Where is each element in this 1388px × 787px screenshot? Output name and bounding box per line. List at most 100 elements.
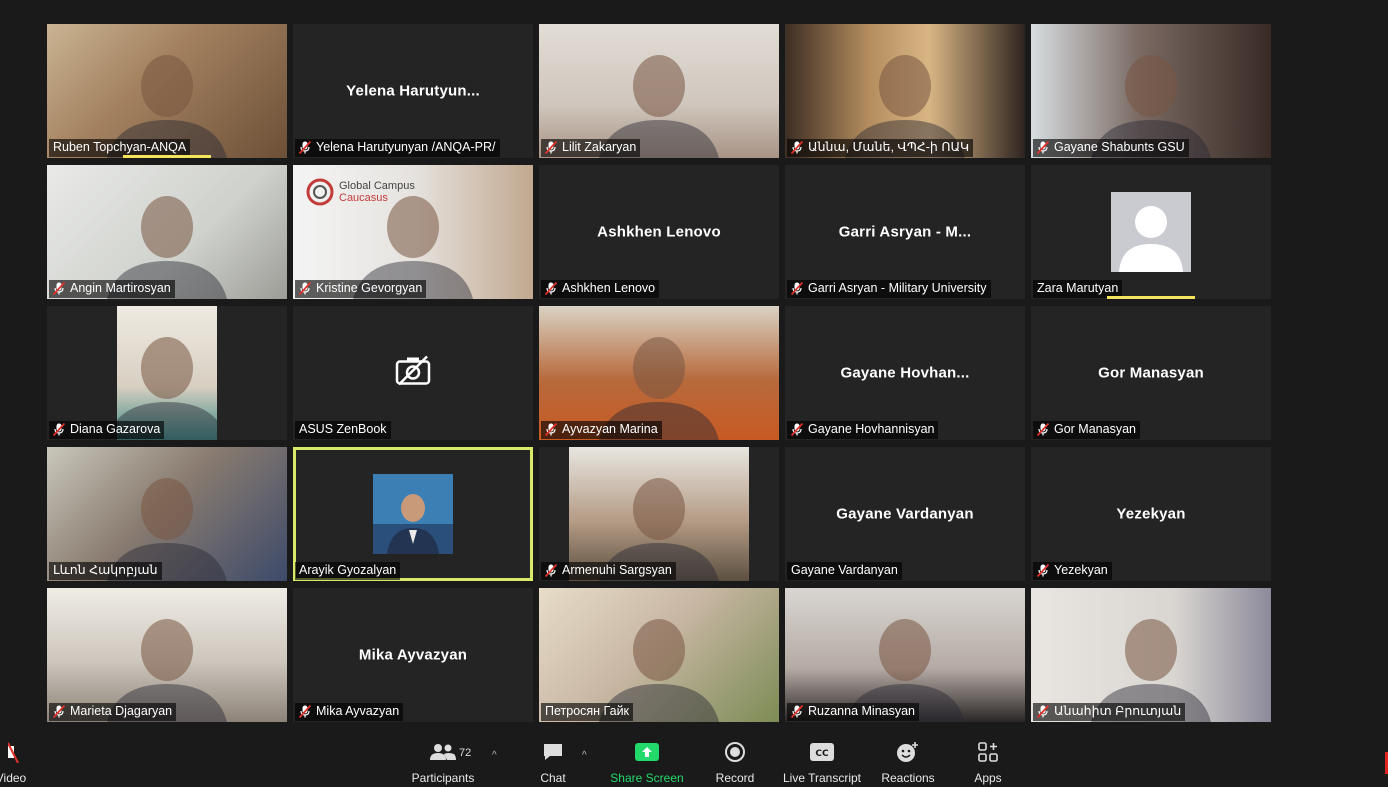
participant-name: Петросян Гайк	[545, 704, 630, 718]
participant-tile[interactable]: Yezekyan Yezekyan	[1031, 447, 1271, 581]
participant-tile[interactable]: Angin Martirosyan	[47, 165, 287, 299]
reactions-button[interactable]: Reactions	[879, 737, 937, 787]
participant-tile[interactable]: Gayane Vardanyan Gayane Vardanyan	[785, 447, 1025, 581]
record-icon	[724, 737, 746, 767]
participant-tile[interactable]: Gayane Hovhan... Gayane Hovhannisyan	[785, 306, 1025, 440]
participant-tile[interactable]: Yelena Harutyun... Yelena Harutyunyan /AN…	[293, 24, 533, 158]
profile-photo	[373, 474, 453, 554]
microphone-muted-icon	[790, 281, 804, 296]
video-button[interactable]: Video	[0, 737, 30, 787]
microphone-muted-icon	[52, 281, 66, 296]
participant-name: Gayane Shabunts GSU	[1054, 140, 1185, 154]
participant-video	[539, 24, 779, 158]
participant-display-name: Ashkhen Lenovo	[597, 223, 721, 241]
camera-off-icon	[395, 355, 431, 391]
participant-name-label: Петросян Гайк	[541, 703, 634, 721]
logo-text-line1: Global Campus	[339, 180, 415, 192]
microphone-muted-icon	[1036, 422, 1050, 437]
participant-name: Zara Marutyan	[1037, 281, 1119, 295]
participant-tile[interactable]: Ashkhen Lenovo Ashkhen Lenovo	[539, 165, 779, 299]
apps-icon	[978, 737, 998, 767]
participant-name-label: Marieta Djagaryan	[49, 703, 177, 721]
participant-tile[interactable]: Lilit Zakaryan	[539, 24, 779, 158]
participant-display-name: Yezekyan	[1116, 505, 1186, 523]
participant-video	[539, 306, 779, 440]
participant-tile[interactable]: ASUS ZenBook	[293, 306, 533, 440]
record-label: Record	[715, 771, 755, 785]
chat-caret-icon[interactable]: ^	[582, 750, 587, 761]
live-transcript-button[interactable]: CC Live Transcript	[781, 737, 863, 787]
participant-name: Mika Ayvazyan	[316, 704, 400, 718]
apps-button[interactable]: Apps	[968, 737, 1008, 787]
participant-name: Ruben Topchyan-ANQA	[53, 140, 187, 154]
microphone-muted-icon	[790, 422, 804, 437]
participant-name-label: Armenuhi Sargsyan	[541, 562, 676, 580]
participant-tile[interactable]: Gayane Shabunts GSU	[1031, 24, 1271, 158]
participant-name-label: Gor Manasyan	[1033, 421, 1140, 439]
chat-icon	[542, 737, 564, 767]
participant-name: Lilit Zakaryan	[562, 140, 637, 154]
participant-name-label: Աննա, Մանե, ՎՊՀ-ի ՈԱԿ	[787, 139, 974, 157]
participant-name: Gayane Vardanyan	[791, 563, 898, 577]
participant-tile[interactable]: Gor Manasyan Gor Manasyan	[1031, 306, 1271, 440]
microphone-muted-icon	[52, 704, 66, 719]
participant-tile[interactable]: Armenuhi Sargsyan	[539, 447, 779, 581]
participants-caret-icon[interactable]: ^	[492, 750, 497, 761]
participant-display-name: Yelena Harutyun...	[346, 82, 480, 100]
participant-name-label: Gayane Vardanyan	[787, 562, 902, 580]
participant-name: Ashkhen Lenovo	[562, 281, 656, 295]
participant-tile[interactable]: Mika Ayvazyan Mika Ayvazyan	[293, 588, 533, 722]
participant-name-label: Kristine Gevorgyan	[295, 280, 427, 298]
microphone-muted-icon	[1036, 704, 1050, 719]
participant-name: Armenuhi Sargsyan	[562, 563, 672, 577]
share-screen-label: Share Screen	[610, 771, 684, 785]
participant-name-label: Ashkhen Lenovo	[541, 280, 660, 298]
participant-name-label: Ruzanna Minasyan	[787, 703, 920, 721]
participant-name: Diana Gazarova	[70, 422, 161, 436]
participant-tile[interactable]: Ayvazyan Marina	[539, 306, 779, 440]
participant-display-name: Gayane Vardanyan	[836, 505, 974, 523]
participant-tile[interactable]: Աննա, Մանե, ՎՊՀ-ի ՈԱԿ	[785, 24, 1025, 158]
apps-label: Apps	[974, 771, 1002, 785]
participant-tile[interactable]: Diana Gazarova	[47, 306, 287, 440]
participant-tile[interactable]: Петросян Гайк	[539, 588, 779, 722]
microphone-muted-icon	[790, 704, 804, 719]
participant-tile[interactable]: Global Campus Caucasus Kristine Gevorgyan	[293, 165, 533, 299]
microphone-muted-icon	[298, 704, 312, 719]
reactions-label: Reactions	[881, 771, 935, 785]
participant-name: Ruzanna Minasyan	[808, 704, 916, 718]
participant-name-label: Diana Gazarova	[49, 421, 165, 439]
participant-tile[interactable]: Garri Asryan - M... Garri Asryan - Milita…	[785, 165, 1025, 299]
speaking-indicator	[1107, 296, 1195, 299]
participant-name-label: Mika Ayvazyan	[295, 703, 404, 721]
participant-display-name: Mika Ayvazyan	[358, 646, 468, 664]
participant-video	[107, 306, 227, 440]
closed-caption-icon: CC	[810, 737, 834, 767]
participant-tile[interactable]: Arayik Gyozalyan	[293, 447, 533, 581]
participants-button[interactable]: Participants	[410, 737, 476, 787]
share-screen-icon	[635, 737, 659, 767]
microphone-muted-icon	[1036, 140, 1050, 155]
participant-tile[interactable]: Լևոն Հակոբյան	[47, 447, 287, 581]
chat-button[interactable]: Chat	[533, 737, 573, 787]
default-avatar-icon	[1111, 192, 1191, 272]
participant-video	[1031, 588, 1271, 722]
participant-tile[interactable]: Zara Marutyan	[1031, 165, 1271, 299]
participant-name-label: Yezekyan	[1033, 562, 1112, 580]
participant-tile[interactable]: Ruben Topchyan-ANQA	[47, 24, 287, 158]
participants-count: 72	[459, 747, 472, 759]
participant-tile[interactable]: Անահիտ Բրուտյան	[1031, 588, 1271, 722]
participant-video	[47, 447, 287, 581]
participants-icon	[429, 737, 457, 767]
participant-name-label: Լևոն Հակոբյան	[49, 562, 162, 580]
participant-display-name: Gor Manasyan	[1098, 364, 1204, 382]
participant-tile[interactable]: Ruzanna Minasyan	[785, 588, 1025, 722]
meeting-toolbar: Video Participants 72 ^ Chat ^ Share Scr…	[0, 737, 1388, 787]
record-button[interactable]: Record	[712, 737, 758, 787]
participant-video	[785, 588, 1025, 722]
participant-tile[interactable]: Marieta Djagaryan	[47, 588, 287, 722]
video-off-icon	[8, 737, 22, 767]
share-screen-button[interactable]: Share Screen	[608, 737, 686, 787]
participant-name: Աննա, Մանե, ՎՊՀ-ի ՈԱԿ	[808, 140, 970, 154]
participant-name: Garri Asryan - Military University	[808, 281, 987, 295]
